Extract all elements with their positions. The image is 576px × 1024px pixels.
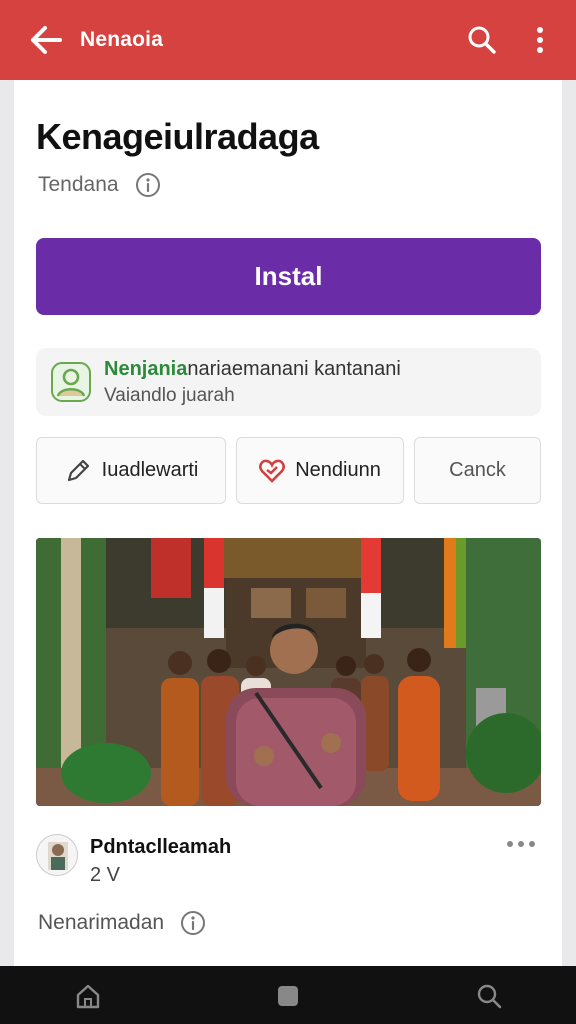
search-button[interactable] [462,20,502,60]
home-button[interactable] [70,978,106,1014]
footer-text: Nenarimadan [38,911,165,934]
install-button[interactable]: Instal [36,238,541,315]
info-icon[interactable] [180,910,206,936]
group-photo [36,538,541,806]
reviewer-name: Pdntaclleamah [90,836,232,858]
review-meta: 2 V [90,864,121,886]
more-options-button[interactable] [520,20,560,60]
review-row: Pdntaclleamah 2 V [36,834,541,894]
app-title: Kenageiulradaga [36,116,319,157]
developer-row: Tendana [38,172,161,198]
heart-icon [259,459,286,483]
pencil-icon [67,459,89,481]
review-more-button[interactable] [504,834,538,854]
favorite-button-label: Nendiunn [295,459,381,481]
favorite-button[interactable]: Nendiunn [236,437,404,504]
app-bar: Nenaoia [0,0,576,80]
notice-highlight: Nenjania [104,358,188,380]
action-row: Iuadlewarti Nendiunn Canck [14,437,562,505]
avatar[interactable] [36,834,78,876]
search-nav-button[interactable] [471,978,507,1014]
more-horizontal-icon [507,841,535,847]
search-icon [477,984,502,1009]
search-icon [468,26,496,54]
footer-row: Nenarimadan [38,910,206,936]
app-details-card: Kenageiulradaga Tendana Instal Nenjanian… [14,80,562,966]
home-icon [76,984,100,1009]
back-button[interactable] [26,20,66,60]
developer-name: Tendana [38,173,119,196]
square-icon [278,986,298,1006]
user-icon [51,362,91,402]
overview-button[interactable] [270,978,306,1014]
notice-line-2: Vaiandlo juarah [104,385,235,406]
notice-rest: nariaemanani kantanani [187,358,401,380]
more-vertical-icon [537,27,543,53]
app-bar-title: Nenaoia [80,28,164,51]
info-icon[interactable] [135,172,161,198]
system-nav-bar [0,966,576,1024]
screenshot-image[interactable] [36,538,541,806]
arrow-left-icon [31,26,62,54]
notice-banner: Nenjanianariaemanani kantanani Vaiandlo … [36,348,541,416]
cancel-button[interactable]: Canck [414,437,541,504]
edit-button-label: Iuadlewarti [101,459,199,481]
notice-line-1: Nenjanianariaemanani kantanani [104,358,401,381]
edit-button[interactable]: Iuadlewarti [36,437,226,504]
cancel-button-label: Canck [449,459,506,481]
